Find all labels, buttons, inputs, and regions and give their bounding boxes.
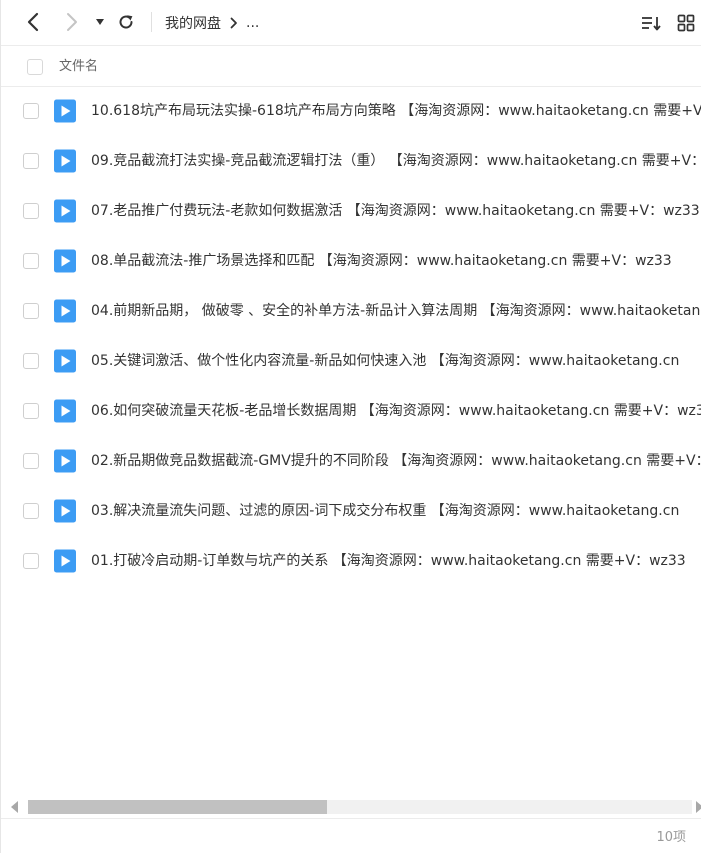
row-checkbox[interactable] — [23, 303, 39, 319]
toolbar: 我的网盘 ... — [1, 0, 701, 46]
grid-view-button[interactable] — [674, 11, 698, 35]
history-dropdown-button[interactable] — [88, 8, 112, 36]
file-row[interactable]: 06.如何突破流量天花板-老品增长数据周期 【海淘资源网：www.haitaok… — [1, 386, 701, 436]
file-name: 09.竞品截流打法实操-竞品截流逻辑打法（重） 【海淘资源网：www.haita… — [91, 153, 701, 169]
scroll-left-arrow[interactable] — [11, 801, 18, 813]
row-checkbox[interactable] — [23, 553, 39, 569]
select-all-checkbox[interactable] — [27, 59, 43, 75]
forward-button[interactable] — [58, 8, 86, 36]
file-browser-window: 我的网盘 ... 文件名 10.618坑产布局玩法实操-618坑产布局方向策略 … — [0, 0, 701, 853]
caret-down-icon — [96, 19, 104, 25]
grid-view-icon — [677, 14, 695, 32]
column-header-name[interactable]: 文件名 — [59, 47, 98, 87]
row-checkbox[interactable] — [23, 403, 39, 419]
row-checkbox[interactable] — [23, 253, 39, 269]
sort-button[interactable] — [639, 11, 663, 35]
file-name: 10.618坑产布局玩法实操-618坑产布局方向策略 【海淘资源网：www.ha… — [91, 103, 701, 119]
row-checkbox[interactable] — [23, 153, 39, 169]
row-checkbox[interactable] — [23, 353, 39, 369]
breadcrumb-root[interactable]: 我的网盘 — [165, 13, 221, 33]
breadcrumb: 我的网盘 ... — [165, 0, 259, 46]
file-name: 01.打破冷启动期-订单数与坑产的关系 【海淘资源网：www.haitaoket… — [91, 553, 686, 569]
scroll-track[interactable] — [28, 800, 692, 814]
file-name: 07.老品推广付费玩法-老款如何数据激活 【海淘资源网：www.haitaoke… — [91, 203, 700, 219]
file-name: 05.关键词激活、做个性化内容流量-新品如何快速入池 【海淘资源网：www.ha… — [91, 353, 680, 369]
refresh-button[interactable] — [112, 8, 140, 36]
row-checkbox[interactable] — [23, 103, 39, 119]
file-row[interactable]: 08.单品截流法-推广场景选择和匹配 【海淘资源网：www.haitaoketa… — [1, 236, 701, 286]
item-count: 10项 — [656, 830, 686, 845]
row-checkbox[interactable] — [23, 453, 39, 469]
file-row[interactable]: 09.竞品截流打法实操-竞品截流逻辑打法（重） 【海淘资源网：www.haita… — [1, 136, 701, 186]
refresh-icon — [119, 15, 133, 29]
file-row[interactable]: 05.关键词激活、做个性化内容流量-新品如何快速入池 【海淘资源网：www.ha… — [1, 336, 701, 386]
file-row[interactable]: 10.618坑产布局玩法实操-618坑产布局方向策略 【海淘资源网：www.ha… — [1, 86, 701, 136]
back-button[interactable] — [19, 8, 47, 36]
chevron-left-icon — [27, 12, 39, 32]
list-header: 文件名 — [1, 47, 701, 87]
row-checkbox[interactable] — [23, 503, 39, 519]
horizontal-scrollbar[interactable] — [1, 798, 701, 816]
chevron-right-icon — [230, 17, 237, 29]
file-row[interactable]: 04.前期新品期， 做破零 、安全的补单方法-新品计入算法周期 【海淘资源网：w… — [1, 286, 701, 336]
file-row[interactable]: 01.打破冷启动期-订单数与坑产的关系 【海淘资源网：www.haitaoket… — [1, 536, 701, 586]
file-name: 03.解决流量流失问题、过滤的原因-词下成交分布权重 【海淘资源网：www.ha… — [91, 503, 680, 519]
chevron-right-icon — [67, 13, 77, 31]
breadcrumb-more[interactable]: ... — [246, 15, 259, 31]
status-bar: 10项 — [1, 818, 701, 853]
file-name: 04.前期新品期， 做破零 、安全的补单方法-新品计入算法周期 【海淘资源网：w… — [91, 303, 701, 319]
file-name: 02.新品期做竞品数据截流-GMV提升的不同阶段 【海淘资源网：www.hait… — [91, 453, 701, 469]
file-row[interactable]: 02.新品期做竞品数据截流-GMV提升的不同阶段 【海淘资源网：www.hait… — [1, 436, 701, 486]
breadcrumb-separator — [230, 17, 238, 29]
scroll-right-arrow[interactable] — [696, 801, 701, 813]
file-name: 08.单品截流法-推广场景选择和匹配 【海淘资源网：www.haitaoketa… — [91, 253, 672, 269]
row-checkbox[interactable] — [23, 203, 39, 219]
file-row[interactable]: 03.解决流量流失问题、过滤的原因-词下成交分布权重 【海淘资源网：www.ha… — [1, 486, 701, 536]
file-list: 10.618坑产布局玩法实操-618坑产布局方向策略 【海淘资源网：www.ha… — [1, 86, 701, 586]
sort-icon — [642, 17, 661, 31]
toolbar-divider — [151, 12, 152, 32]
file-name: 06.如何突破流量天花板-老品增长数据周期 【海淘资源网：www.haitaok… — [91, 403, 701, 419]
scroll-thumb[interactable] — [28, 800, 327, 814]
file-row[interactable]: 07.老品推广付费玩法-老款如何数据激活 【海淘资源网：www.haitaoke… — [1, 186, 701, 236]
